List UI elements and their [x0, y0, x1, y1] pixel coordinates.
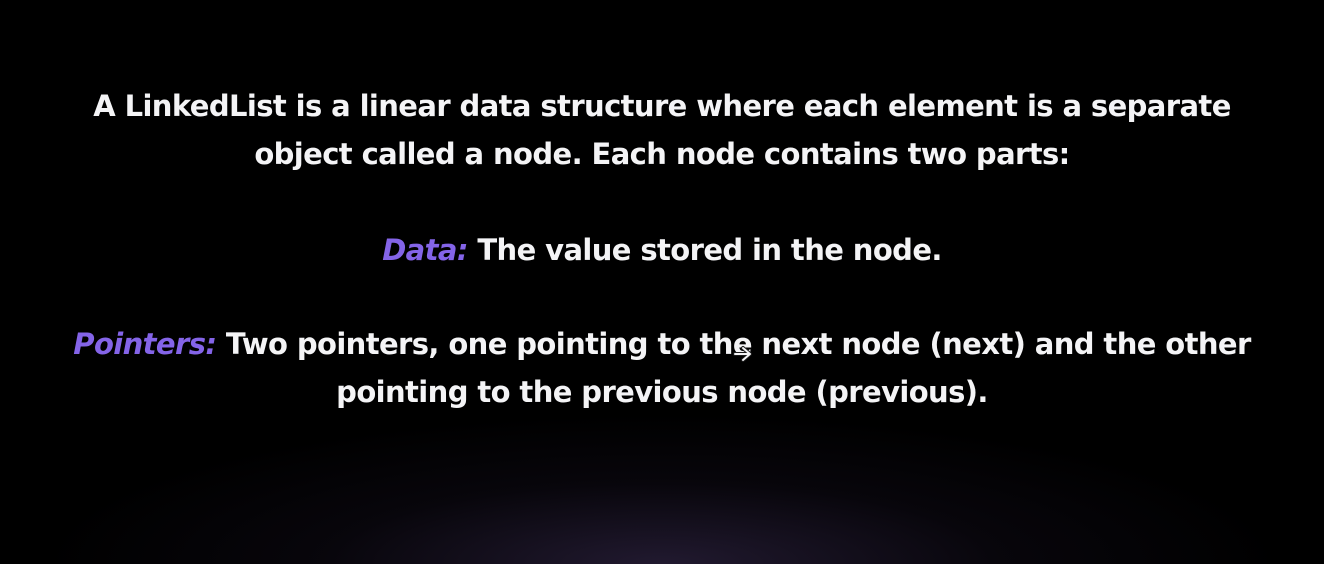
pointers-description-line-2: pointing to the previous node (previous)…: [336, 375, 988, 409]
slide: A LinkedList is a linear data structure …: [0, 0, 1324, 564]
pointers-definition: Pointers: Two pointers, one pointing to …: [0, 320, 1324, 416]
data-description: The value stored in the node.: [467, 233, 942, 267]
intro-line-1: A LinkedList is a linear data structure …: [93, 89, 1231, 123]
pointers-term: Pointers:: [73, 327, 217, 361]
intro-line-2: object called a node. Each node contains…: [254, 137, 1070, 171]
intro-paragraph: A LinkedList is a linear data structure …: [0, 82, 1324, 178]
data-definition: Data: The value stored in the node.: [0, 226, 1324, 274]
data-term: Data:: [382, 233, 468, 267]
arrow-cursor-icon: [733, 346, 752, 362]
